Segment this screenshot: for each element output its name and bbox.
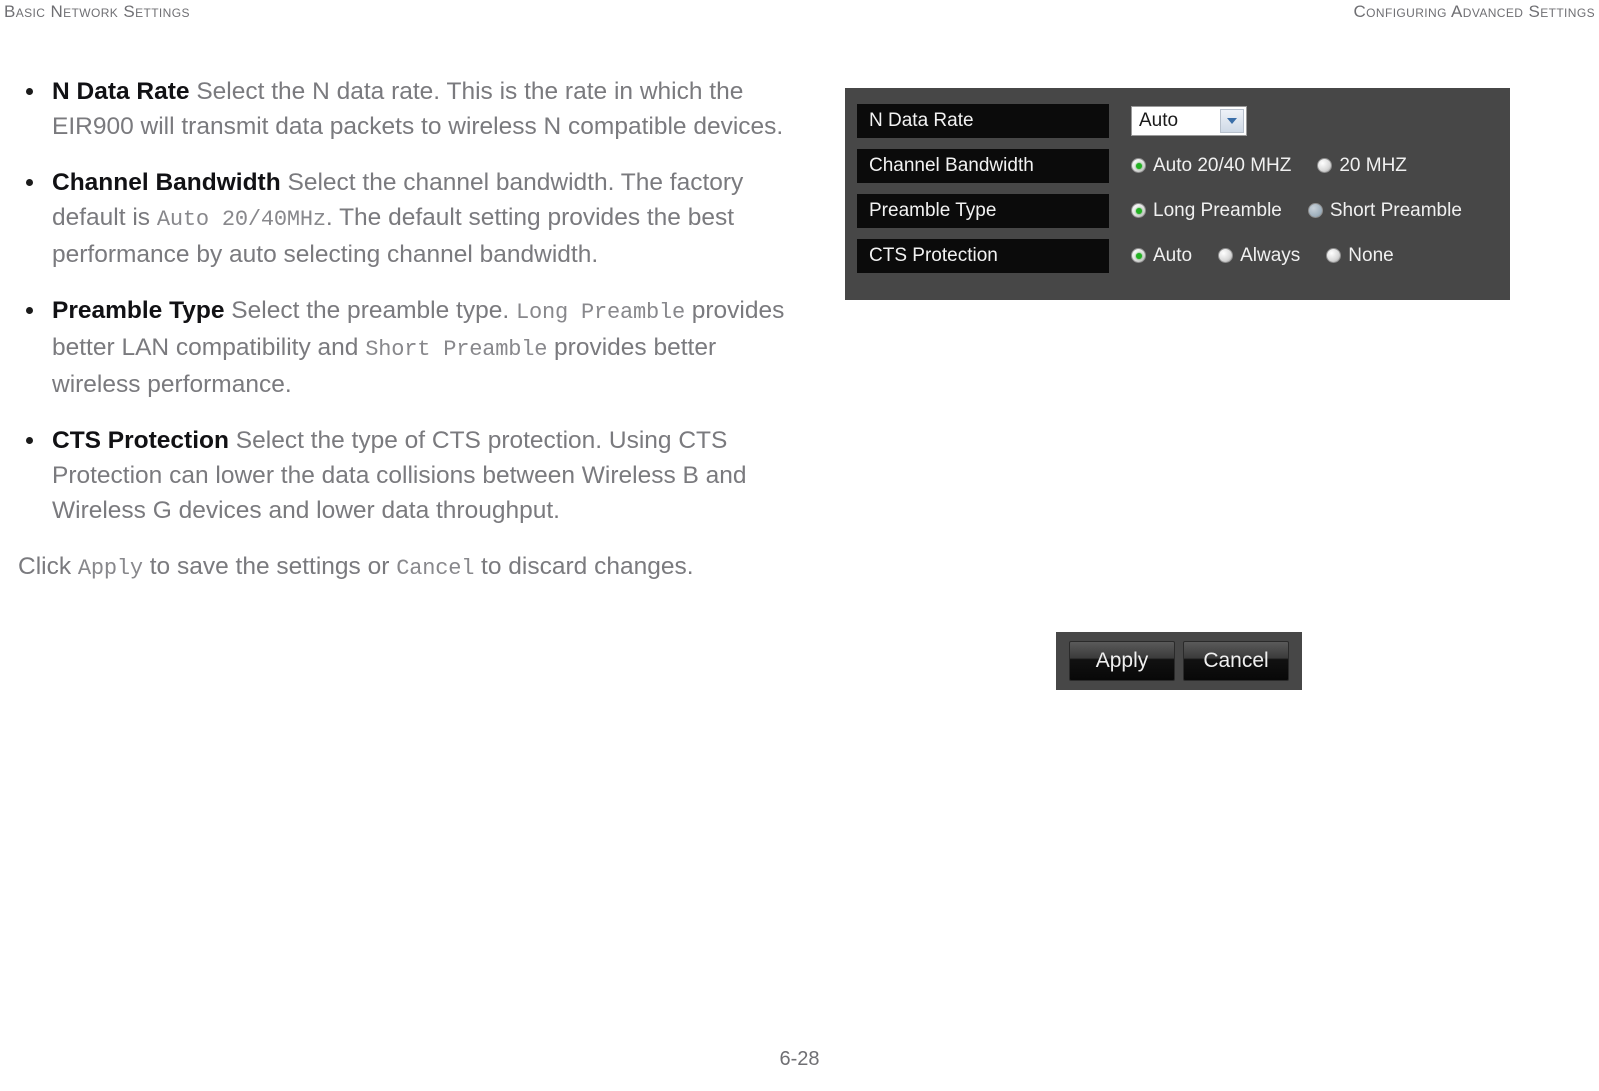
radio-label: 20 MHZ	[1339, 154, 1407, 176]
inline-code-cancel: Cancel	[396, 556, 475, 581]
chevron-down-icon[interactable]	[1220, 108, 1244, 133]
running-header-left: Basic Network Settings	[4, 2, 190, 21]
control-cts-protection: Auto Always None	[1109, 245, 1510, 267]
bullet-dot-icon	[26, 179, 33, 186]
radio-label: None	[1348, 244, 1394, 266]
radio-unselected-icon	[1317, 158, 1333, 173]
advanced-settings-panel: N Data Rate Auto Channel Bandwidth Auto …	[845, 88, 1510, 300]
control-channel-bandwidth: Auto 20/40 MHZ 20 MHZ	[1109, 155, 1510, 177]
settings-row-n-data-rate: N Data Rate Auto	[857, 102, 1510, 139]
radio-long-preamble[interactable]: Long Preamble	[1131, 200, 1282, 222]
list-item-cts-protection: CTS Protection Select the type of CTS pr…	[14, 423, 786, 528]
bullet-dot-icon	[26, 88, 33, 95]
radio-label: Short Preamble	[1329, 199, 1462, 221]
radio-cts-always[interactable]: Always	[1218, 245, 1300, 267]
radio-label: Long Preamble	[1153, 199, 1282, 221]
cts-protection-radio-group: Auto Always None	[1131, 245, 1420, 267]
description-preamble-type-part1: Select the preamble type.	[231, 297, 516, 324]
term-cts-protection: CTS Protection	[52, 427, 229, 454]
radio-short-preamble[interactable]: Short Preamble	[1307, 199, 1462, 222]
list-item-channel-bandwidth: Channel Bandwidth Select the channel ban…	[14, 165, 786, 272]
settings-row-channel-bandwidth: Channel Bandwidth Auto 20/40 MHZ 20 MHZ	[857, 147, 1510, 184]
apply-button[interactable]: Apply	[1069, 641, 1175, 681]
cancel-button[interactable]: Cancel	[1183, 641, 1289, 681]
settings-description-list: N Data Rate Select the N data rate. This…	[14, 74, 786, 528]
radio-unselected-icon	[1218, 248, 1234, 263]
radio-auto-20-40-mhz[interactable]: Auto 20/40 MHZ	[1131, 155, 1291, 177]
label-preamble-type: Preamble Type	[857, 193, 1109, 228]
label-cts-protection: CTS Protection	[857, 238, 1109, 273]
term-channel-bandwidth: Channel Bandwidth	[52, 169, 281, 196]
list-item-preamble-type: Preamble Type Select the preamble type. …	[14, 293, 786, 402]
term-n-data-rate: N Data Rate	[52, 78, 190, 105]
radio-selected-icon	[1131, 248, 1146, 263]
running-header-right: Configuring Advanced Settings	[1353, 2, 1595, 21]
term-preamble-type: Preamble Type	[52, 297, 225, 324]
list-item-n-data-rate: N Data Rate Select the N data rate. This…	[14, 74, 786, 144]
closing-text-part2: to save the settings or	[142, 553, 397, 580]
page-number: 6-28	[779, 1048, 820, 1070]
radio-label: Always	[1240, 244, 1301, 266]
closing-paragraph: Click Apply to save the settings or Canc…	[14, 549, 786, 586]
action-buttons-panel: Apply Cancel	[1056, 632, 1302, 690]
channel-bandwidth-radio-group: Auto 20/40 MHZ 20 MHZ	[1131, 155, 1433, 177]
radio-cts-auto[interactable]: Auto	[1131, 245, 1192, 267]
label-n-data-rate: N Data Rate	[857, 103, 1109, 138]
radio-cts-none[interactable]: None	[1326, 244, 1394, 267]
inline-code-apply: Apply	[77, 556, 143, 581]
inline-code-long-preamble: Long Preamble	[515, 300, 685, 325]
radio-20-mhz[interactable]: 20 MHZ	[1317, 155, 1407, 177]
closing-text-part3: to discard changes.	[474, 553, 694, 580]
settings-row-preamble-type: Preamble Type Long Preamble Short Preamb…	[857, 192, 1510, 229]
radio-label: Auto 20/40 MHZ	[1153, 154, 1292, 176]
n-data-rate-selected-value: Auto	[1139, 109, 1179, 131]
body-text-column: N Data Rate Select the N data rate. This…	[14, 74, 786, 586]
inline-code-auto-2040mhz: Auto 20/40MHz	[156, 207, 326, 232]
control-preamble-type: Long Preamble Short Preamble	[1109, 200, 1510, 222]
closing-text-part1: Click	[18, 553, 78, 580]
radio-selected-icon	[1131, 203, 1146, 218]
radio-unselected-icon	[1326, 248, 1342, 263]
radio-label: Auto	[1153, 244, 1193, 266]
radio-unselected-icon	[1307, 203, 1323, 218]
bullet-dot-icon	[26, 307, 33, 314]
settings-row-cts-protection: CTS Protection Auto Always None	[857, 237, 1510, 274]
radio-selected-icon	[1131, 158, 1146, 173]
bullet-dot-icon	[26, 437, 33, 444]
inline-code-short-preamble: Short Preamble	[365, 337, 548, 362]
control-n-data-rate: Auto	[1109, 105, 1510, 136]
n-data-rate-select[interactable]: Auto	[1131, 105, 1247, 136]
preamble-type-radio-group: Long Preamble Short Preamble	[1131, 200, 1488, 222]
label-channel-bandwidth: Channel Bandwidth	[857, 148, 1109, 183]
